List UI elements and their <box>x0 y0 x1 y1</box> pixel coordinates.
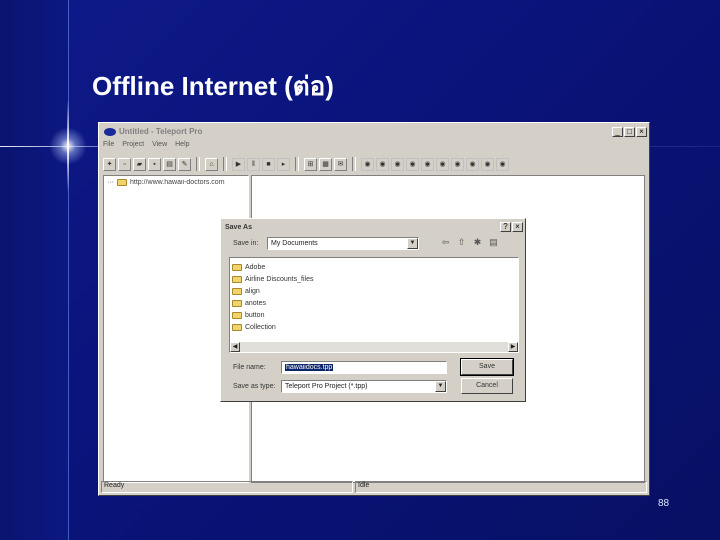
folder-icon <box>117 179 127 186</box>
menu-file[interactable]: File <box>103 141 114 153</box>
help-button[interactable]: ? <box>500 222 511 232</box>
window-controls: _ □ × <box>612 125 647 137</box>
list-item[interactable]: Airline Discounts_files <box>232 273 516 285</box>
list-item[interactable]: Adobe <box>232 261 516 273</box>
thread-icon[interactable]: ◉ <box>376 157 389 171</box>
status-left: Ready <box>101 481 353 493</box>
folder-label: Collection <box>245 323 276 331</box>
thread-icon[interactable]: ◉ <box>451 157 464 171</box>
save-in-select[interactable]: My Documents ▼ <box>267 237 419 250</box>
save-as-dialog: Save As ? × Save in: My Documents ▼ ⇦ ⇧ … <box>220 218 526 402</box>
chevron-down-icon[interactable]: ▼ <box>407 238 418 249</box>
toolbar-separator <box>223 157 227 171</box>
status-right: Idle <box>355 481 647 493</box>
menubar: File Project View Help <box>103 141 190 153</box>
folder-icon <box>232 263 242 271</box>
address-icon[interactable]: ⌂ <box>205 157 218 171</box>
chevron-down-icon[interactable]: ▼ <box>435 381 446 392</box>
grid-view-icon[interactable]: ⊞ <box>304 157 317 171</box>
thread-icon[interactable]: ◉ <box>406 157 419 171</box>
pause-icon[interactable]: ‖ <box>247 157 260 171</box>
skip-icon[interactable]: ▸ <box>277 157 290 171</box>
thread-icon[interactable]: ◉ <box>361 157 374 171</box>
scroll-left-icon[interactable]: ◀ <box>230 342 240 352</box>
folder-label: Airline Discounts_files <box>245 275 314 283</box>
horizontal-scrollbar[interactable]: ◀ ▶ <box>230 342 518 352</box>
thread-icon[interactable]: ◉ <box>481 157 494 171</box>
save-icon[interactable]: ▪ <box>148 157 161 171</box>
slide-number: 88 <box>658 498 670 509</box>
thread-icon[interactable]: ◉ <box>421 157 434 171</box>
toolbar: ✦ ▫ ▰ ▪ ▤ ✎ ⌂ ▶ ‖ ■ ▸ ⊞ ▦ ✉ ◉ ◉ ◉ ◉ ◉ ◉ … <box>103 155 645 173</box>
toolbar-separator <box>295 157 299 171</box>
save-in-label: Save in: <box>233 240 259 247</box>
folder-icon <box>232 299 242 307</box>
view-menu-icon[interactable]: ▤ <box>487 236 500 249</box>
list-item[interactable]: Collection <box>232 321 516 333</box>
file-name-field[interactable]: hawaiidocs.tpp <box>281 361 447 374</box>
maximize-button[interactable]: □ <box>624 127 635 137</box>
thread-icon[interactable]: ◉ <box>436 157 449 171</box>
list-item[interactable]: align <box>232 285 516 297</box>
open-icon[interactable]: ▰ <box>133 157 146 171</box>
folder-label: button <box>245 311 265 319</box>
tree-item-label: http://www.hawaii-doctors.com <box>130 179 225 186</box>
folder-icon <box>232 323 242 331</box>
back-icon[interactable]: ⇦ <box>439 236 452 249</box>
toolbar-separator <box>352 157 356 171</box>
thread-icon[interactable]: ◉ <box>391 157 404 171</box>
thread-icon[interactable]: ◉ <box>466 157 479 171</box>
save-button[interactable]: Save <box>460 358 514 376</box>
tree-item[interactable]: ··· http://www.hawaii-doctors.com <box>107 179 245 186</box>
list-item[interactable]: anotes <box>232 297 516 309</box>
statusbar: Ready Idle <box>101 481 647 493</box>
file-list[interactable]: Adobe Airline Discounts_files align anot… <box>229 257 519 353</box>
stop-icon[interactable]: ■ <box>262 157 275 171</box>
folder-label: align <box>245 287 260 295</box>
app-title: Untitled - Teleport Pro <box>119 127 203 136</box>
folder-icon <box>232 311 242 319</box>
slide-title: Offline Internet (ต่อ) <box>92 71 334 101</box>
toolbar-separator <box>196 157 200 171</box>
up-folder-icon[interactable]: ⇧ <box>455 236 468 249</box>
app-titlebar: Untitled - Teleport Pro _ □ × <box>101 125 647 139</box>
list-item[interactable]: button <box>232 309 516 321</box>
folder-label: Adobe <box>245 263 266 271</box>
file-name-label: File name: <box>233 364 266 371</box>
scroll-right-icon[interactable]: ▶ <box>508 342 518 352</box>
details-view-icon[interactable]: ▦ <box>319 157 332 171</box>
save-as-type-label: Save as type: <box>233 383 276 390</box>
wizard-icon[interactable]: ✦ <box>103 157 116 171</box>
dialog-controls: ? × <box>500 220 523 232</box>
dialog-toolbar: ⇦ ⇧ ✱ ▤ <box>439 236 500 249</box>
thread-icon[interactable]: ◉ <box>496 157 509 171</box>
decor-sparkle-vertical <box>67 100 69 192</box>
folder-label: anotes <box>245 299 267 307</box>
menu-view[interactable]: View <box>152 141 167 153</box>
save-in-value: My Documents <box>271 240 318 247</box>
save-as-type-select[interactable]: Teleport Pro Project (*.tpp) ▼ <box>281 380 447 393</box>
dialog-close-button[interactable]: × <box>512 222 523 232</box>
cancel-button[interactable]: Cancel <box>461 378 513 394</box>
decor-vertical-line <box>68 0 69 540</box>
menu-help[interactable]: Help <box>175 141 189 153</box>
new-folder-icon[interactable]: ✱ <box>471 236 484 249</box>
minimize-button[interactable]: _ <box>612 127 623 137</box>
play-icon[interactable]: ▶ <box>232 157 245 171</box>
dialog-title: Save As <box>225 224 252 231</box>
file-name-value: hawaiidocs.tpp <box>285 364 334 371</box>
properties-icon[interactable]: ▤ <box>163 157 176 171</box>
menu-project[interactable]: Project <box>122 141 144 153</box>
save-as-type-value: Teleport Pro Project (*.tpp) <box>285 383 368 390</box>
teleport-app-icon <box>104 128 116 136</box>
edit-icon[interactable]: ✎ <box>178 157 191 171</box>
left-band <box>0 0 68 540</box>
new-view-icon[interactable]: ✉ <box>334 157 347 171</box>
folder-icon <box>232 287 242 295</box>
folder-icon <box>232 275 242 283</box>
new-icon[interactable]: ▫ <box>118 157 131 171</box>
close-button[interactable]: × <box>636 127 647 137</box>
